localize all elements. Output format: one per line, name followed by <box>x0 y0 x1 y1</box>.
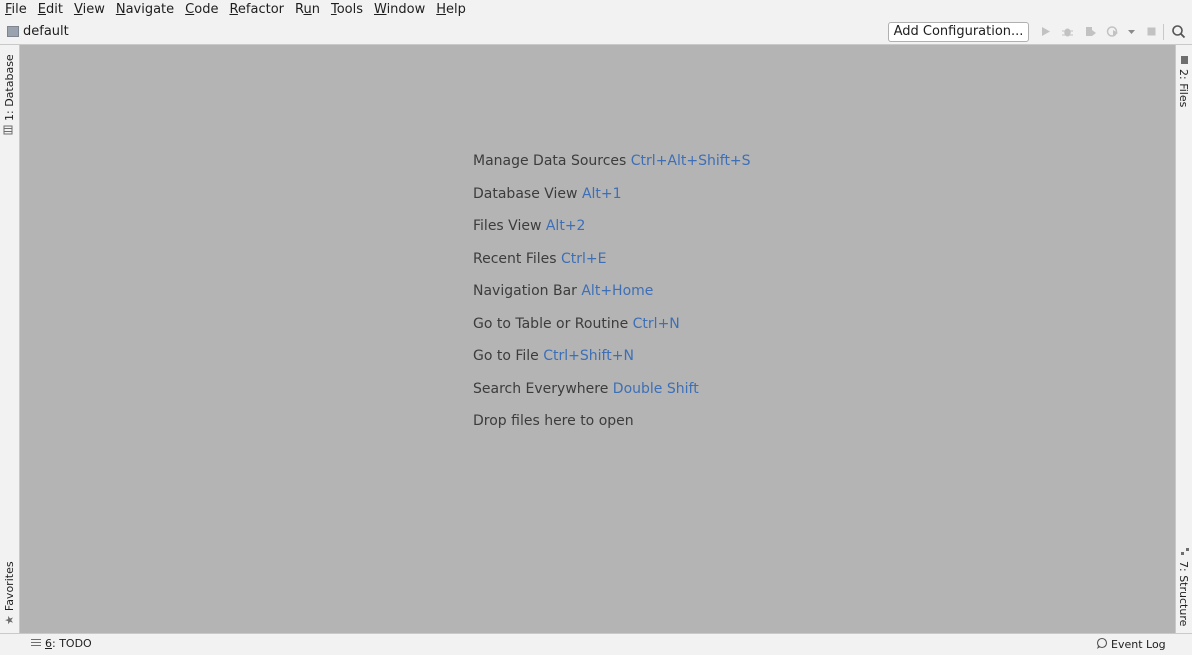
tab-todo[interactable]: 6: TODO <box>31 637 92 650</box>
menu-help[interactable]: Help <box>431 1 472 19</box>
toolbar-separator <box>1163 24 1164 40</box>
hint-goto-table: Go to Table or Routine Ctrl+N <box>473 315 680 332</box>
left-tool-strip: 1: Database ★ Favorites <box>0 45 20 633</box>
menu-edit[interactable]: Edit <box>33 1 69 19</box>
menu-code[interactable]: Code <box>180 1 224 19</box>
add-configuration-button[interactable]: Add Configuration... <box>888 22 1029 42</box>
search-icon[interactable] <box>1170 23 1188 41</box>
tab-structure-label: 7: Structure <box>1177 561 1190 627</box>
menu-bar: File Edit View Navigate Code Refactor Ru… <box>0 0 1192 20</box>
right-tool-strip: 2: Files 7: Structure <box>1175 45 1192 633</box>
project-name: default <box>23 24 69 39</box>
menu-tools[interactable]: Tools <box>326 1 369 19</box>
menu-refactor[interactable]: Refactor <box>224 1 290 19</box>
event-log-button[interactable]: Event Log <box>1096 637 1166 652</box>
profile-icon[interactable] <box>1106 25 1119 38</box>
tab-database[interactable]: 1: Database <box>3 54 16 135</box>
hint-database-view: Database View Alt+1 <box>473 185 622 202</box>
tab-structure[interactable]: 7: Structure <box>1177 547 1190 626</box>
coverage-icon[interactable] <box>1084 25 1097 38</box>
menu-run[interactable]: Run <box>290 1 326 19</box>
tab-favorites-label: Favorites <box>3 561 16 612</box>
status-bar: 6: TODO Event Log <box>0 633 1192 655</box>
project-breadcrumb[interactable]: default <box>7 24 69 39</box>
hint-drop-files: Drop files here to open <box>473 413 634 429</box>
hint-manage-data-sources: Manage Data Sources Ctrl+Alt+Shift+S <box>473 153 751 169</box>
hint-goto-file: Go to File Ctrl+Shift+N <box>473 348 634 364</box>
event-log-label: Event Log <box>1111 638 1166 651</box>
list-icon <box>31 637 41 650</box>
folder-icon <box>1177 55 1190 65</box>
hint-search-everywhere: Search Everywhere Double Shift <box>473 380 699 397</box>
menu-navigate[interactable]: Navigate <box>111 1 180 19</box>
menu-view[interactable]: View <box>69 1 111 19</box>
empty-editor-hints: Manage Data Sources Ctrl+Alt+Shift+S Dat… <box>473 152 751 445</box>
speech-bubble-icon <box>1096 637 1108 652</box>
hint-recent-files: Recent Files Ctrl+E <box>473 250 607 267</box>
project-folder-icon <box>7 26 19 37</box>
structure-icon <box>1177 547 1190 557</box>
menu-file[interactable]: File <box>0 1 33 19</box>
navigation-bar: default Add Configuration... <box>0 20 1192 45</box>
tab-files[interactable]: 2: Files <box>1177 55 1190 107</box>
tab-database-label: 1: Database <box>3 54 16 121</box>
chevron-down-icon[interactable] <box>1125 25 1138 38</box>
tab-todo-label: 6: TODO <box>45 637 92 650</box>
tab-favorites[interactable]: ★ Favorites <box>3 561 16 625</box>
editor-empty-area[interactable]: Manage Data Sources Ctrl+Alt+Shift+S Dat… <box>20 45 1175 633</box>
database-icon <box>3 125 16 135</box>
debug-icon[interactable] <box>1061 25 1074 38</box>
menu-window[interactable]: Window <box>369 1 431 19</box>
run-icon[interactable] <box>1039 25 1052 38</box>
hint-files-view: Files View Alt+2 <box>473 218 586 234</box>
hint-navigation-bar: Navigation Bar Alt+Home <box>473 283 654 299</box>
stop-icon[interactable] <box>1145 25 1158 38</box>
tab-files-label: 2: Files <box>1177 69 1190 108</box>
star-icon: ★ <box>3 615 16 625</box>
